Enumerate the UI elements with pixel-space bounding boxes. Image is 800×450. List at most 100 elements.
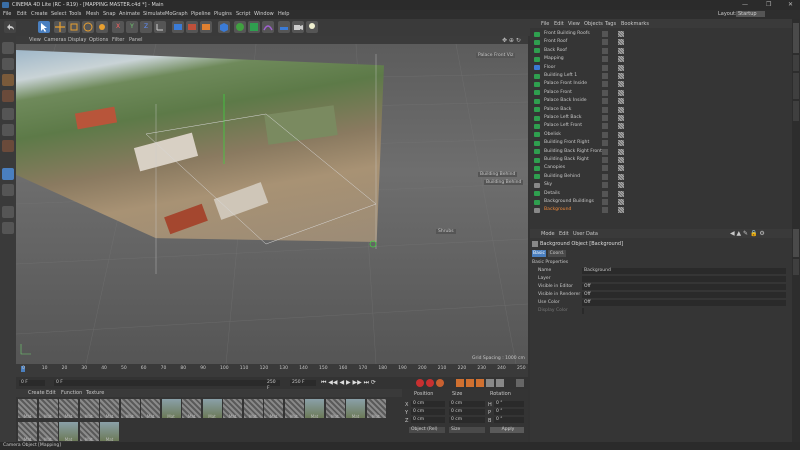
keyframe-selection-icon[interactable] [436, 379, 444, 387]
menu-window[interactable]: Window [254, 11, 274, 17]
visibility-toggle[interactable] [602, 89, 608, 96]
texture-tag-icon[interactable] [618, 131, 624, 138]
attribute-value[interactable]: Off [582, 300, 786, 306]
undo-icon[interactable] [4, 21, 16, 33]
viewport-menu-view[interactable]: View [29, 37, 41, 43]
visibility-toggle[interactable] [602, 148, 608, 155]
object-row[interactable]: Front Roof [530, 38, 792, 46]
visibility-toggle[interactable] [602, 56, 608, 63]
object-name[interactable]: Back Roof [544, 48, 567, 53]
timeline-menu-icon[interactable] [516, 379, 524, 387]
menu-animate[interactable]: Animate [119, 11, 140, 17]
position-x-field[interactable]: 0 cm [411, 401, 445, 407]
object-name[interactable]: Building Front Right [544, 140, 589, 145]
object-row[interactable]: Details [530, 190, 792, 198]
object-row[interactable]: Building Back Right [530, 156, 792, 164]
viewport-menu-filter[interactable]: Filter [112, 37, 124, 43]
object-row[interactable]: Building Front Right [530, 139, 792, 147]
minimize-button[interactable]: — [742, 1, 748, 8]
texture-tag-icon[interactable] [618, 98, 624, 105]
visibility-toggle[interactable] [602, 131, 608, 138]
object-name[interactable]: Palace Left Back [544, 115, 582, 120]
object-row[interactable]: Sky [530, 181, 792, 189]
visibility-toggle[interactable] [602, 106, 608, 113]
size-y-field[interactable]: 0 cm [449, 409, 485, 415]
obj-menu-edit[interactable]: Edit [554, 21, 564, 27]
texture-tag-icon[interactable] [618, 106, 624, 113]
visibility-toggle[interactable] [602, 31, 608, 37]
texture-tag-icon[interactable] [618, 123, 624, 130]
texture-tag-icon[interactable] [618, 81, 624, 88]
visibility-toggle[interactable] [602, 182, 608, 189]
texture-tag-icon[interactable] [618, 173, 624, 180]
texture-tag-icon[interactable] [618, 148, 624, 155]
object-name[interactable]: Background [544, 207, 571, 212]
menu-mograph[interactable]: MoGraph [165, 11, 188, 17]
attr-nav-icons[interactable]: ◀ ▲ ✎ 🔒 ⚙ [730, 230, 765, 237]
move-icon[interactable] [54, 21, 66, 33]
workplane-icon[interactable] [2, 222, 14, 234]
texture-tag-icon[interactable] [618, 47, 624, 54]
viewport-menu-display[interactable]: Display [68, 37, 86, 43]
visibility-toggle[interactable] [602, 73, 608, 79]
object-row[interactable]: Building Behind [530, 173, 792, 181]
visibility-toggle[interactable] [602, 64, 608, 71]
attr-menu-edit[interactable]: Edit [559, 231, 569, 237]
side-tab-content-browser[interactable] [793, 73, 799, 99]
rotate-icon[interactable] [82, 21, 94, 33]
side-tab-attributes[interactable] [793, 229, 799, 257]
edit-render-settings-icon[interactable] [200, 21, 212, 33]
light-icon[interactable] [306, 21, 318, 33]
current-frame-field[interactable]: 0 F [19, 380, 45, 386]
texture-tag-icon[interactable] [618, 157, 624, 163]
points-mode-icon[interactable] [2, 108, 14, 120]
side-tab-objects[interactable] [793, 23, 799, 53]
visibility-toggle[interactable] [602, 199, 608, 205]
visibility-toggle[interactable] [602, 165, 608, 172]
object-row[interactable]: Palace Front [530, 89, 792, 97]
material-menu-edit[interactable]: Edit [46, 390, 56, 396]
playback-controls[interactable]: ⏮ ◀◀ ◀ ▶ ▶▶ ⏭ ⟳ [321, 379, 376, 387]
rotation-h-field[interactable]: 0 ° [494, 401, 524, 407]
object-name[interactable]: Palace Left Front [544, 123, 582, 128]
size-x-field[interactable]: 0 cm [449, 401, 485, 407]
viewport-menu-panel[interactable]: Panel [129, 37, 143, 43]
coord-mode-dropdown[interactable]: Object (Rel) [409, 427, 445, 433]
rotation-key-icon[interactable] [476, 379, 484, 387]
visibility-toggle[interactable] [602, 173, 608, 180]
end-frame-field-2[interactable]: 250 F [290, 380, 316, 386]
object-row[interactable]: Floor [530, 64, 792, 72]
menu-help[interactable]: Help [278, 11, 289, 17]
object-row[interactable]: Building Back Right Front [530, 148, 792, 156]
position-z-field[interactable]: 0 cm [411, 417, 445, 423]
coordinate-system-icon[interactable] [154, 21, 166, 33]
object-name[interactable]: Sky [544, 182, 552, 187]
object-row[interactable]: Mapping [530, 55, 792, 63]
make-editable-icon[interactable] [2, 42, 14, 54]
visibility-toggle[interactable] [602, 190, 608, 197]
object-name[interactable]: Building Behind [544, 174, 580, 179]
floor-icon[interactable] [278, 21, 290, 33]
texture-tag-icon[interactable] [618, 115, 624, 121]
object-name[interactable]: Background Buildings [544, 199, 594, 204]
menu-edit[interactable]: Edit [17, 11, 27, 17]
object-name[interactable]: Mapping [544, 56, 564, 61]
menu-select[interactable]: Select [51, 11, 66, 17]
model-mode-icon[interactable] [2, 58, 14, 70]
object-row[interactable]: Palace Left Front [530, 122, 792, 130]
subdivision-icon[interactable] [234, 21, 246, 33]
menu-script[interactable]: Script [236, 11, 251, 17]
attribute-value[interactable]: Background [582, 268, 786, 274]
object-name[interactable]: Building Back Right [544, 157, 589, 162]
menu-simulate[interactable]: Simulate [143, 11, 165, 17]
texture-tag-icon[interactable] [618, 207, 624, 214]
menu-create[interactable]: Create [31, 11, 48, 17]
obj-menu-tags[interactable]: Tags [605, 21, 616, 27]
rotation-p-field[interactable]: 0 ° [494, 409, 524, 415]
array-icon[interactable] [248, 21, 260, 33]
close-button[interactable]: ✕ [788, 1, 793, 8]
texture-mode-icon[interactable] [2, 74, 14, 86]
pla-key-icon[interactable] [496, 379, 504, 387]
menu-snap[interactable]: Snap [103, 11, 116, 17]
texture-tag-icon[interactable] [618, 182, 624, 189]
